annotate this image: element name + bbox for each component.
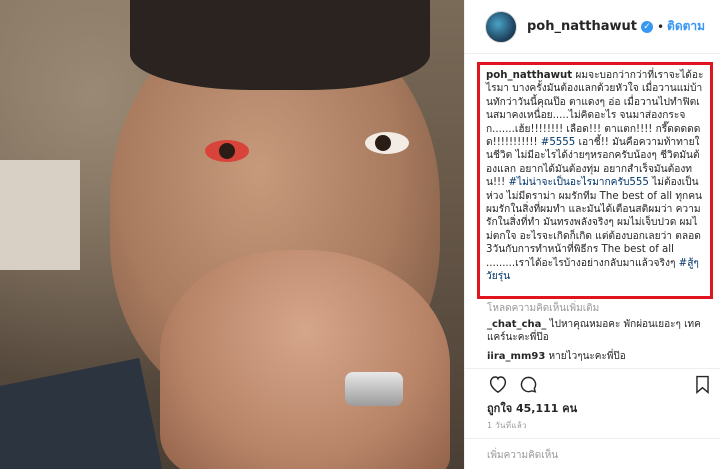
comment-username[interactable]: _chat_cha_ — [487, 319, 546, 330]
post-username[interactable]: poh_natthawut — [527, 19, 637, 34]
photo-hand — [160, 250, 450, 469]
caption-hashtag[interactable]: #ไม่น่าจะเป็นอะไรมากครับ555 — [508, 177, 648, 188]
bookmark-icon[interactable] — [691, 374, 713, 394]
comment-icon[interactable] — [517, 374, 539, 394]
heart-icon[interactable] — [487, 374, 509, 394]
post-actions-bar — [465, 368, 720, 396]
caption-username[interactable]: poh_natthawut — [486, 70, 572, 81]
comment-text: หายไวๆนะคะพี่ป๊อ — [548, 351, 626, 362]
avatar[interactable] — [485, 10, 517, 43]
separator-dot: • — [656, 19, 665, 34]
post-caption: poh_natthawut ผมจะบอกว่ากว่าที่เราจะได้อ… — [486, 69, 704, 284]
photo-red-eye — [205, 140, 249, 162]
comment-list: _chat_cha_ ไปหาคุณหมอคะ พักผ่อนเยอะๆ เทค… — [487, 318, 709, 369]
post-photo[interactable] — [0, 0, 464, 469]
caption-text: ไม่ต้องเป็นห่วง ไม่มีดราม่า ผมรักทีม The… — [486, 177, 703, 269]
load-more-comments-link[interactable]: โหลดความคิดเห็นเพิ่มเติม — [487, 301, 599, 316]
post-side-panel: poh_natthawut ✓ • ติดตาม poh_natthawut ผ… — [464, 0, 720, 469]
photo-hair — [130, 0, 430, 90]
add-comment-input[interactable]: เพิ่มความคิดเห็น — [465, 438, 720, 469]
caption-highlight-box: poh_natthawut ผมจะบอกว่ากว่าที่เราจะได้อ… — [477, 62, 713, 299]
follow-button[interactable]: ติดตาม — [667, 17, 705, 36]
post-header: poh_natthawut ✓ • ติดตาม — [465, 0, 720, 54]
like-count[interactable]: ถูกใจ 45,111 คน — [487, 399, 577, 417]
photo-eye — [365, 132, 409, 154]
photo-ring — [345, 372, 403, 406]
post-timestamp: 1 วันที่แล้ว — [487, 421, 527, 430]
comment-username[interactable]: iira_mm93 — [487, 351, 545, 362]
comment-item: iira_mm93 หายไวๆนะคะพี่ป๊อ — [487, 350, 709, 363]
comment-item: _chat_cha_ ไปหาคุณหมอคะ พักผ่อนเยอะๆ เทค… — [487, 318, 709, 344]
verified-badge-icon: ✓ — [640, 20, 653, 33]
photo-wall-sign — [0, 160, 80, 270]
caption-hashtag[interactable]: #5555 — [541, 137, 575, 148]
